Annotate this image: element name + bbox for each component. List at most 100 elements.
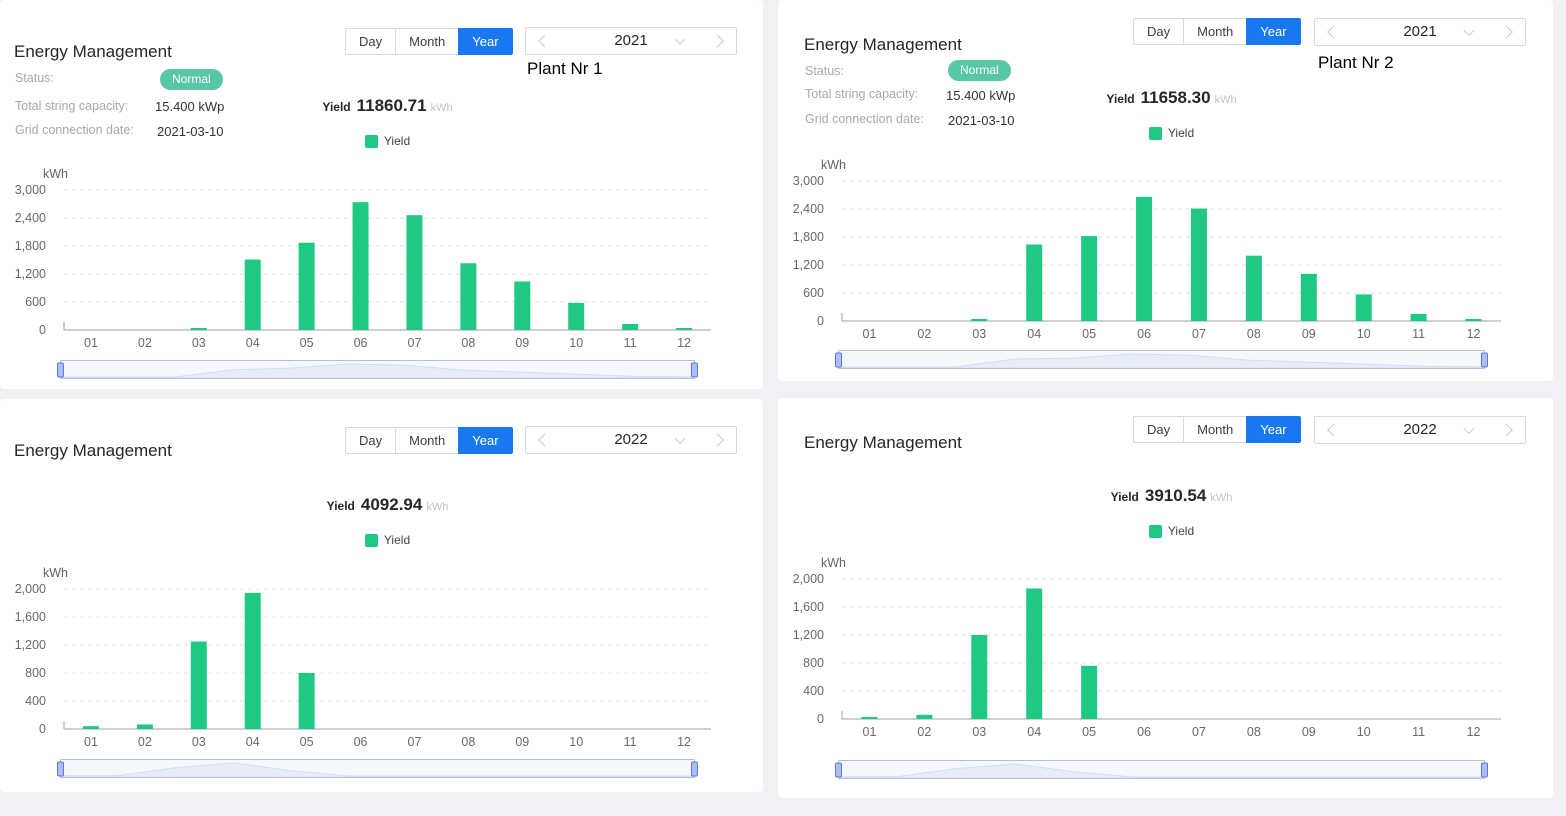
svg-text:1,600: 1,600 (793, 600, 824, 614)
slider-handle-right[interactable] (691, 362, 698, 377)
slider-handle-right[interactable] (691, 761, 698, 776)
svg-text:0: 0 (817, 314, 824, 328)
svg-text:04: 04 (1027, 725, 1041, 739)
svg-text:2,400: 2,400 (15, 211, 46, 225)
slider-handle-left[interactable] (57, 761, 64, 776)
datazoom-slider[interactable] (838, 350, 1485, 369)
yield-total: Yield11860.71kWh (64, 96, 711, 116)
svg-text:10: 10 (569, 735, 583, 749)
svg-text:2,000: 2,000 (793, 572, 824, 586)
legend-label: Yield (1168, 524, 1194, 538)
svg-text:600: 600 (25, 295, 46, 309)
year-picker: 2021 (1314, 18, 1526, 46)
svg-text:02: 02 (138, 336, 152, 350)
svg-text:03: 03 (192, 336, 206, 350)
slider-handle-left[interactable] (835, 352, 842, 367)
svg-text:05: 05 (1082, 725, 1096, 739)
legend-swatch-icon (365, 534, 378, 547)
chart-legend[interactable]: Yield (842, 524, 1501, 538)
period-tabs: Day Month Year (345, 28, 513, 55)
tab-month[interactable]: Month (1183, 18, 1247, 45)
tab-day[interactable]: Day (345, 427, 396, 454)
chart-legend[interactable]: Yield (64, 533, 711, 547)
svg-text:09: 09 (515, 735, 529, 749)
yield-total-value: 3910.54 (1145, 486, 1206, 505)
yield-total-unit: kWh (1215, 94, 1237, 106)
slider-handle-right[interactable] (1481, 352, 1488, 367)
tab-year[interactable]: Year (1246, 416, 1300, 443)
svg-text:0: 0 (39, 323, 46, 337)
svg-text:09: 09 (515, 336, 529, 350)
svg-text:08: 08 (1247, 725, 1261, 739)
plant-name: Plant Nr 2 (1318, 53, 1394, 73)
slider-handle-left[interactable] (57, 362, 64, 377)
svg-text:01: 01 (84, 336, 98, 350)
svg-text:06: 06 (354, 735, 368, 749)
svg-text:08: 08 (1247, 327, 1261, 341)
svg-text:11: 11 (1412, 725, 1425, 739)
svg-text:600: 600 (803, 286, 824, 300)
tab-year[interactable]: Year (458, 427, 512, 454)
yield-total-label: Yield (1111, 490, 1139, 504)
yield-total-value: 11860.71 (357, 96, 427, 115)
legend-label: Yield (384, 533, 410, 547)
svg-text:12: 12 (1467, 327, 1481, 341)
status-label: Status: (805, 64, 844, 78)
yield-total-unit: kWh (426, 501, 448, 513)
svg-text:07: 07 (1192, 327, 1206, 341)
svg-text:09: 09 (1302, 327, 1316, 341)
yield-bar-chart: kWh06001,2001,8002,4003,0000102030405060… (778, 155, 1553, 355)
tab-day[interactable]: Day (1133, 18, 1184, 45)
svg-text:2,400: 2,400 (793, 202, 824, 216)
energy-panel-plant2-2021: Energy Management Day Month Year 2021 Pl… (778, 0, 1553, 381)
period-tabs: Day Month Year (1133, 18, 1301, 45)
svg-text:03: 03 (972, 725, 986, 739)
svg-text:10: 10 (1357, 725, 1371, 739)
datazoom-slider[interactable] (60, 759, 695, 778)
status-label: Status: (15, 71, 54, 85)
tab-month[interactable]: Month (1183, 416, 1247, 443)
yield-total-label: Yield (327, 499, 355, 513)
tab-day[interactable]: Day (1133, 416, 1184, 443)
yield-total-unit: kWh (431, 102, 453, 114)
chart-legend[interactable]: Yield (64, 134, 711, 148)
page-title: Energy Management (14, 441, 172, 461)
svg-text:400: 400 (25, 694, 46, 708)
yield-total-value: 4092.94 (361, 495, 422, 514)
svg-text:05: 05 (300, 336, 314, 350)
yield-total-value: 11658.30 (1141, 88, 1211, 107)
svg-text:11: 11 (624, 336, 637, 350)
year-value[interactable]: 2022 (526, 427, 736, 453)
yield-total-unit: kWh (1210, 492, 1232, 504)
svg-text:01: 01 (863, 725, 877, 739)
datazoom-slider[interactable] (838, 760, 1485, 779)
tab-day[interactable]: Day (345, 28, 396, 55)
year-value[interactable]: 2021 (526, 28, 736, 54)
year-value[interactable]: 2021 (1315, 19, 1525, 45)
svg-text:06: 06 (1137, 327, 1151, 341)
svg-text:0: 0 (39, 722, 46, 736)
svg-text:12: 12 (677, 336, 691, 350)
tab-year[interactable]: Year (458, 28, 512, 55)
svg-text:03: 03 (192, 735, 206, 749)
energy-panel-plant1-2021: Energy Management Day Month Year 2021 Pl… (0, 0, 763, 389)
datazoom-slider[interactable] (60, 360, 695, 379)
year-value[interactable]: 2022 (1315, 417, 1525, 443)
svg-text:kWh: kWh (43, 167, 68, 181)
tab-month[interactable]: Month (395, 28, 459, 55)
slider-handle-right[interactable] (1481, 762, 1488, 777)
tab-month[interactable]: Month (395, 427, 459, 454)
slider-handle-left[interactable] (835, 762, 842, 777)
tab-year[interactable]: Year (1246, 18, 1300, 45)
svg-text:06: 06 (1137, 725, 1151, 739)
svg-text:3,000: 3,000 (793, 174, 824, 188)
svg-text:02: 02 (917, 725, 931, 739)
svg-text:11: 11 (1412, 327, 1425, 341)
svg-text:1,600: 1,600 (15, 610, 46, 624)
svg-text:1,200: 1,200 (15, 267, 46, 281)
energy-panel-plant1-2022: Energy Management Day Month Year 2022 Yi… (0, 399, 763, 792)
svg-text:1,200: 1,200 (793, 628, 824, 642)
yield-bar-chart: kWh06001,2001,8002,4003,0000102030405060… (0, 164, 763, 364)
chart-legend[interactable]: Yield (842, 126, 1501, 140)
svg-text:1,200: 1,200 (793, 258, 824, 272)
